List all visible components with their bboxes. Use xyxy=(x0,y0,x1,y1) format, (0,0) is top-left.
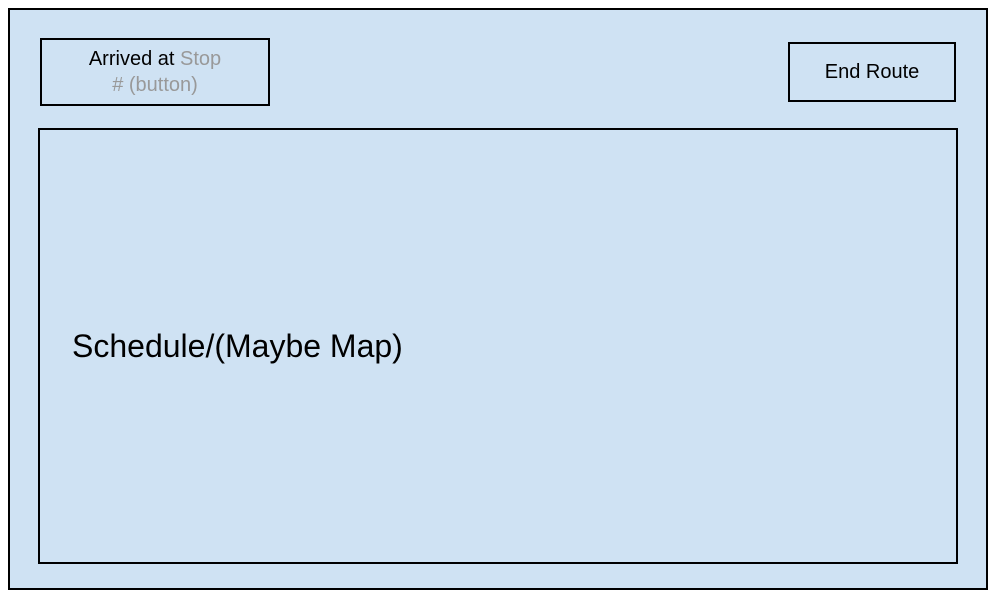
arrived-placeholder-1: Stop xyxy=(180,48,221,70)
arrived-button-line1: Arrived at Stop xyxy=(89,46,221,72)
end-route-label: End Route xyxy=(825,61,920,84)
schedule-map-label: Schedule/(Maybe Map) xyxy=(72,328,403,365)
arrived-placeholder-2: # (button) xyxy=(112,72,198,98)
app-frame: Arrived at Stop # (button) End Route Sch… xyxy=(8,8,988,590)
top-bar: Arrived at Stop # (button) End Route xyxy=(10,10,986,100)
schedule-map-panel: Schedule/(Maybe Map) xyxy=(38,128,958,564)
arrived-at-stop-button[interactable]: Arrived at Stop # (button) xyxy=(40,38,270,106)
end-route-button[interactable]: End Route xyxy=(788,42,956,102)
arrived-prefix: Arrived at xyxy=(89,48,180,70)
